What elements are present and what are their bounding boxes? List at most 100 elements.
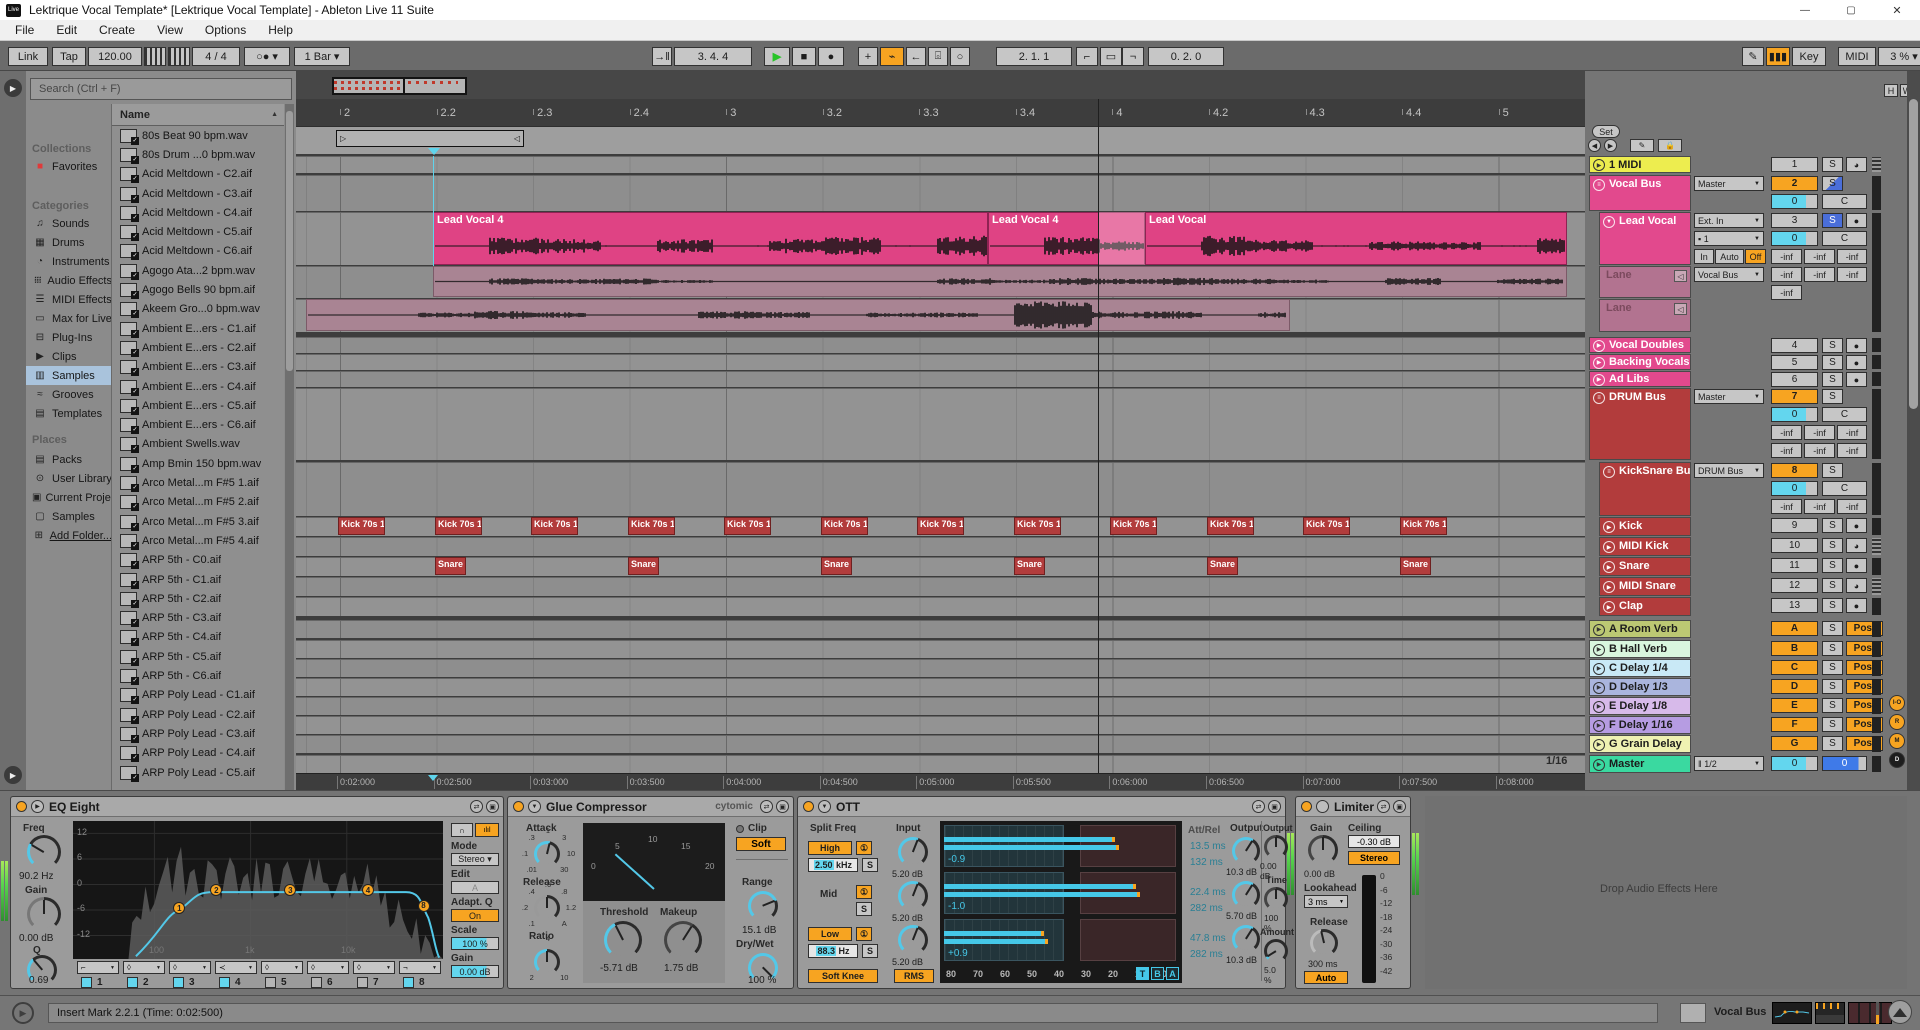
io-routing-select[interactable]: Master▼: [1694, 389, 1764, 404]
file-item[interactable]: Arco Metal...m F#5 2.aif: [112, 493, 284, 512]
eq-band-enable-checkbox[interactable]: [219, 977, 230, 988]
range-value[interactable]: 15.1 dB: [742, 925, 776, 936]
ott-time-knob[interactable]: [1264, 887, 1288, 911]
arrangement-row-backing-vocals[interactable]: [296, 354, 1585, 370]
device-fold-icon[interactable]: ▼: [818, 800, 831, 813]
arrangement-row-a-room-verb[interactable]: [296, 620, 1585, 638]
ott-input-value[interactable]: 5.20 dB: [892, 913, 923, 923]
mixer-cell[interactable]: -inf: [1804, 499, 1835, 514]
track-fold-icon[interactable]: ▶: [1593, 682, 1605, 694]
audio-clip-kick[interactable]: Kick 70s 1: [917, 517, 964, 535]
threshold-knob[interactable]: [604, 921, 642, 959]
menu-edit[interactable]: Edit: [45, 21, 88, 39]
eq-band-node[interactable]: 8: [418, 900, 430, 912]
save-preset-icon[interactable]: ▣: [1268, 800, 1281, 813]
time-ruler[interactable]: 0:02:0000:02:5000:03:0000:03:5000:04:000…: [296, 773, 1585, 790]
solo-button[interactable]: S: [1822, 176, 1843, 191]
mixer-cell[interactable]: -inf: [1771, 285, 1802, 300]
mixer-cell[interactable]: C: [1822, 407, 1867, 422]
file-item[interactable]: Arco Metal...m F#5 3.aif: [112, 512, 284, 531]
audio-clip-kick[interactable]: Kick 70s 1: [628, 517, 675, 535]
menu-view[interactable]: View: [146, 21, 194, 39]
ott-attack-value[interactable]: 22.4 ms: [1190, 887, 1226, 898]
limiter-gain-value[interactable]: 0.00 dB: [1304, 869, 1335, 879]
edit-ab-button[interactable]: A: [451, 881, 499, 894]
device-on-led[interactable]: [513, 801, 524, 812]
device-on-led[interactable]: [16, 801, 27, 812]
audio-clip-snare[interactable]: Snare: [1400, 557, 1431, 575]
mixer-cell[interactable]: 0: [1771, 231, 1818, 246]
mixer-cell[interactable]: 3: [1771, 213, 1818, 228]
file-item[interactable]: Ambient E...ers - C2.aif: [112, 338, 284, 357]
track-header-c-delay-1-4[interactable]: ▶C Delay 1/4: [1589, 659, 1691, 677]
eq-band-enable-checkbox[interactable]: [265, 977, 276, 988]
midi-indicator[interactable]: ◕: [1846, 157, 1867, 172]
file-item[interactable]: ARP 5th - C3.aif: [112, 609, 284, 628]
punch-in-button[interactable]: ⌐: [1076, 47, 1098, 66]
audio-clip-kick[interactable]: Kick 70s 1: [821, 517, 868, 535]
mixer-cell[interactable]: -inf: [1771, 267, 1802, 282]
solo-button[interactable]: S: [1822, 389, 1843, 404]
track-fold-icon[interactable]: ▶: [1593, 357, 1605, 369]
solo-button[interactable]: S: [1822, 463, 1843, 478]
file-item[interactable]: Ambient E...ers - C6.aif: [112, 416, 284, 435]
solo-button[interactable]: S: [1822, 641, 1843, 656]
overdub-button[interactable]: +: [858, 47, 878, 66]
arrangement-row-c-delay-1-4[interactable]: [296, 659, 1585, 677]
mixer-cell[interactable]: 6: [1771, 372, 1818, 387]
adapt-q-button[interactable]: On: [451, 909, 499, 922]
automation-arm-button[interactable]: ⌁: [880, 47, 904, 66]
eq-band-enable-checkbox[interactable]: [357, 977, 368, 988]
mixer-cell[interactable]: -inf: [1771, 499, 1802, 514]
mixer-section-toggle-r[interactable]: R: [1889, 714, 1905, 730]
track-header-backing-vocals[interactable]: ▶Backing Vocals: [1589, 354, 1691, 370]
file-item[interactable]: Agogo Bells 90 bpm.aif: [112, 280, 284, 299]
solo-button[interactable]: S: [1822, 598, 1843, 613]
file-item[interactable]: Arco Metal...m F#5 4.aif: [112, 531, 284, 550]
arm-button[interactable]: ●: [1846, 372, 1867, 387]
device-fold-icon[interactable]: ▼: [528, 800, 541, 813]
ott-low-freq-field[interactable]: 88.3 Hz: [808, 944, 858, 958]
midi-indicator[interactable]: ◕: [1846, 538, 1867, 553]
mixer-section-toggle-d[interactable]: D: [1889, 752, 1905, 768]
mixer-cell[interactable]: 10: [1771, 538, 1818, 553]
pencil-draw-button[interactable]: ✎: [1630, 139, 1654, 152]
tempo-field[interactable]: 120.00: [88, 47, 142, 66]
monitor-auto[interactable]: Auto: [1715, 249, 1744, 264]
audio-clip-kick[interactable]: Kick 70s 1: [338, 517, 385, 535]
mixer-cell[interactable]: 13: [1771, 598, 1818, 613]
mini-device-thumbnail-eq[interactable]: [1772, 1002, 1812, 1024]
mixer-cell[interactable]: 0: [1771, 407, 1818, 422]
file-item[interactable]: ARP Poly Lead - C3.aif: [112, 724, 284, 743]
solo-button[interactable]: S: [1822, 338, 1843, 353]
solo-button[interactable]: S: [1822, 660, 1843, 675]
file-item[interactable]: Ambient E...ers - C5.aif: [112, 396, 284, 415]
track-header-g-grain-delay[interactable]: ▶G Grain Delay: [1589, 735, 1691, 753]
mixer-cell[interactable]: -inf: [1804, 425, 1835, 440]
track-header-midi-kick[interactable]: ▶MIDI Kick: [1599, 537, 1691, 556]
eq-filter-type-select[interactable]: ◊▼: [261, 961, 303, 974]
lock-envelopes-button[interactable]: 🔒: [1658, 139, 1682, 152]
cpu-meter[interactable]: 3 % ▾: [1878, 47, 1920, 66]
prev-marker-button[interactable]: ◀: [1588, 139, 1601, 152]
mixer-cell[interactable]: B: [1771, 641, 1818, 656]
solo-button[interactable]: S: [1822, 518, 1843, 533]
limiter-release-knob[interactable]: [1310, 929, 1338, 957]
group-fold-icon[interactable]: ≡: [1593, 179, 1605, 191]
arrangement-row-f-delay-1-16[interactable]: [296, 716, 1585, 734]
ott-soft-knee-button[interactable]: Soft Knee: [808, 969, 878, 983]
mixer-cell[interactable]: 12: [1771, 578, 1818, 593]
sidebar-item-favorites[interactable]: ■Favorites: [26, 157, 112, 176]
q-value[interactable]: 0.69: [29, 975, 48, 986]
session-record-button[interactable]: ⌻: [928, 47, 948, 66]
file-list-header[interactable]: Name▲: [112, 104, 284, 126]
track-fold-icon[interactable]: ▶: [1593, 663, 1605, 675]
mixer-cell[interactable]: 4: [1771, 338, 1818, 353]
sidebar-item-audio-effects[interactable]: ᎒᎒᎒Audio Effects: [26, 271, 112, 290]
minimize-button[interactable]: —: [1782, 5, 1828, 16]
mixer-cell[interactable]: C: [1822, 481, 1867, 496]
ott-attack-value[interactable]: 47.8 ms: [1190, 933, 1226, 944]
mixer-cell[interactable]: -inf: [1837, 499, 1867, 514]
arrangement-row-d-delay-1-3[interactable]: [296, 678, 1585, 696]
file-item[interactable]: 80s Drum ...0 bpm.wav: [112, 145, 284, 164]
